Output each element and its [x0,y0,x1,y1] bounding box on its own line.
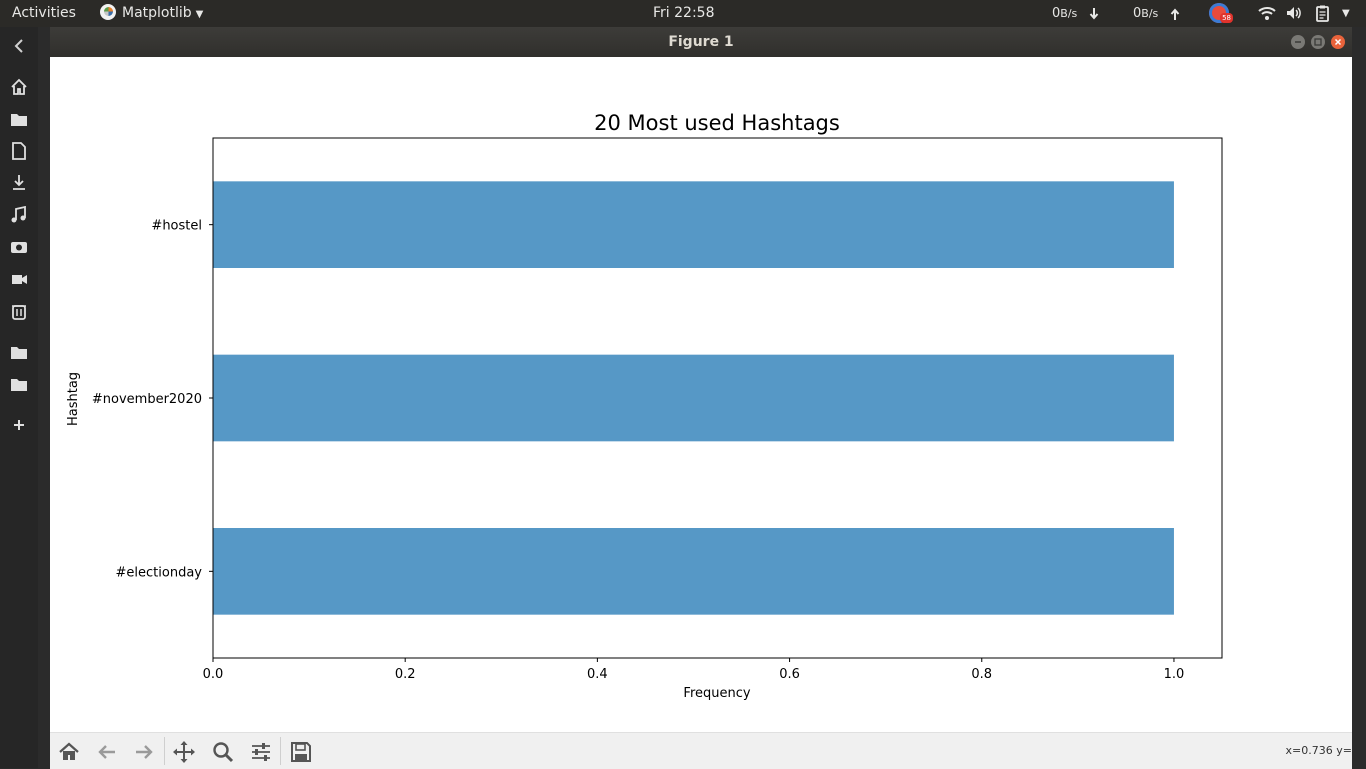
upload-arrow-icon [1170,8,1180,20]
bar [213,528,1174,615]
bar [213,354,1174,442]
figure-window: Figure 1 20 Most used Hashtags #election… [50,27,1352,769]
folder-icon[interactable] [10,375,28,393]
matplotlib-app-icon [100,4,116,20]
x-tick-label: 0.2 [395,667,416,682]
home-folder-icon[interactable] [10,78,28,96]
maximize-button[interactable] [1311,35,1325,49]
pan-icon[interactable] [173,741,195,763]
app-name: Matplotlib [122,5,192,21]
chevron-down-icon: ▼ [195,9,204,20]
videos-icon[interactable] [10,270,28,288]
dock [0,27,38,768]
save-icon[interactable] [290,741,312,763]
x-tick-label: 0.4 [587,667,608,682]
window-titlebar[interactable]: Figure 1 [50,27,1352,57]
net-upload-speed: 0B/s [1133,6,1159,21]
toolbar-separator [280,737,281,765]
minimize-icon [1295,41,1301,43]
y-tick-label: #hostel [151,219,202,234]
y-axis-label: Hashtag [66,372,81,426]
system-menu-chevron-icon[interactable]: ▼ [1342,0,1350,27]
configure-subplots-icon[interactable] [250,741,272,763]
maximize-icon [1314,38,1322,46]
back-icon[interactable] [13,39,25,53]
clipboard-icon[interactable] [1315,5,1331,22]
download-arrow-icon [1089,8,1099,20]
window-title: Figure 1 [668,34,734,50]
minimize-button[interactable] [1291,35,1305,49]
activities-button[interactable]: Activities [12,0,76,27]
forward-arrow-icon[interactable] [133,741,155,763]
bar [213,181,1174,268]
notification-app-icon[interactable]: 58 [1209,3,1233,23]
zoom-icon[interactable] [212,741,234,763]
figure-canvas[interactable]: 20 Most used Hashtags #electionday #novem… [50,57,1352,732]
pictures-icon[interactable] [10,238,28,256]
back-arrow-icon[interactable] [96,741,118,763]
bar-chart: 20 Most used Hashtags #electionday #novem… [66,111,1223,701]
close-button[interactable] [1331,35,1345,49]
clock[interactable]: Fri 22:58 [653,0,714,27]
y-tick-label: #november2020 [92,392,202,407]
music-icon[interactable] [10,206,28,224]
x-tick-label: 0.8 [971,667,992,682]
y-tick-label: #electionday [116,565,203,580]
matplotlib-toolbar: x=0.736 y= [50,732,1352,769]
chart-title: 20 Most used Hashtags [594,111,840,135]
cursor-coordinates: x=0.736 y= [1285,744,1352,757]
x-tick-label: 0.0 [203,667,224,682]
folder-icon[interactable] [10,110,28,128]
trash-icon[interactable] [10,302,28,320]
volume-icon[interactable] [1285,5,1303,21]
net-download-speed: 0B/s [1052,6,1078,21]
home-icon[interactable] [58,741,80,763]
wifi-icon[interactable] [1258,5,1276,21]
close-icon [1334,38,1342,46]
toolbar-separator [164,737,165,765]
notification-count: 58 [1220,13,1233,23]
app-menu[interactable]: Matplotlib ▼ [100,0,203,27]
top-bar: Activities Matplotlib ▼ Fri 22:58 0B/s 0B… [0,0,1366,27]
x-axis-label: Frequency [683,686,750,701]
add-icon[interactable] [10,416,28,434]
downloads-icon[interactable] [10,174,28,192]
x-tick-label: 1.0 [1164,667,1185,682]
folder-icon[interactable] [10,343,28,361]
x-tick-label: 0.6 [779,667,800,682]
document-icon[interactable] [10,142,28,160]
